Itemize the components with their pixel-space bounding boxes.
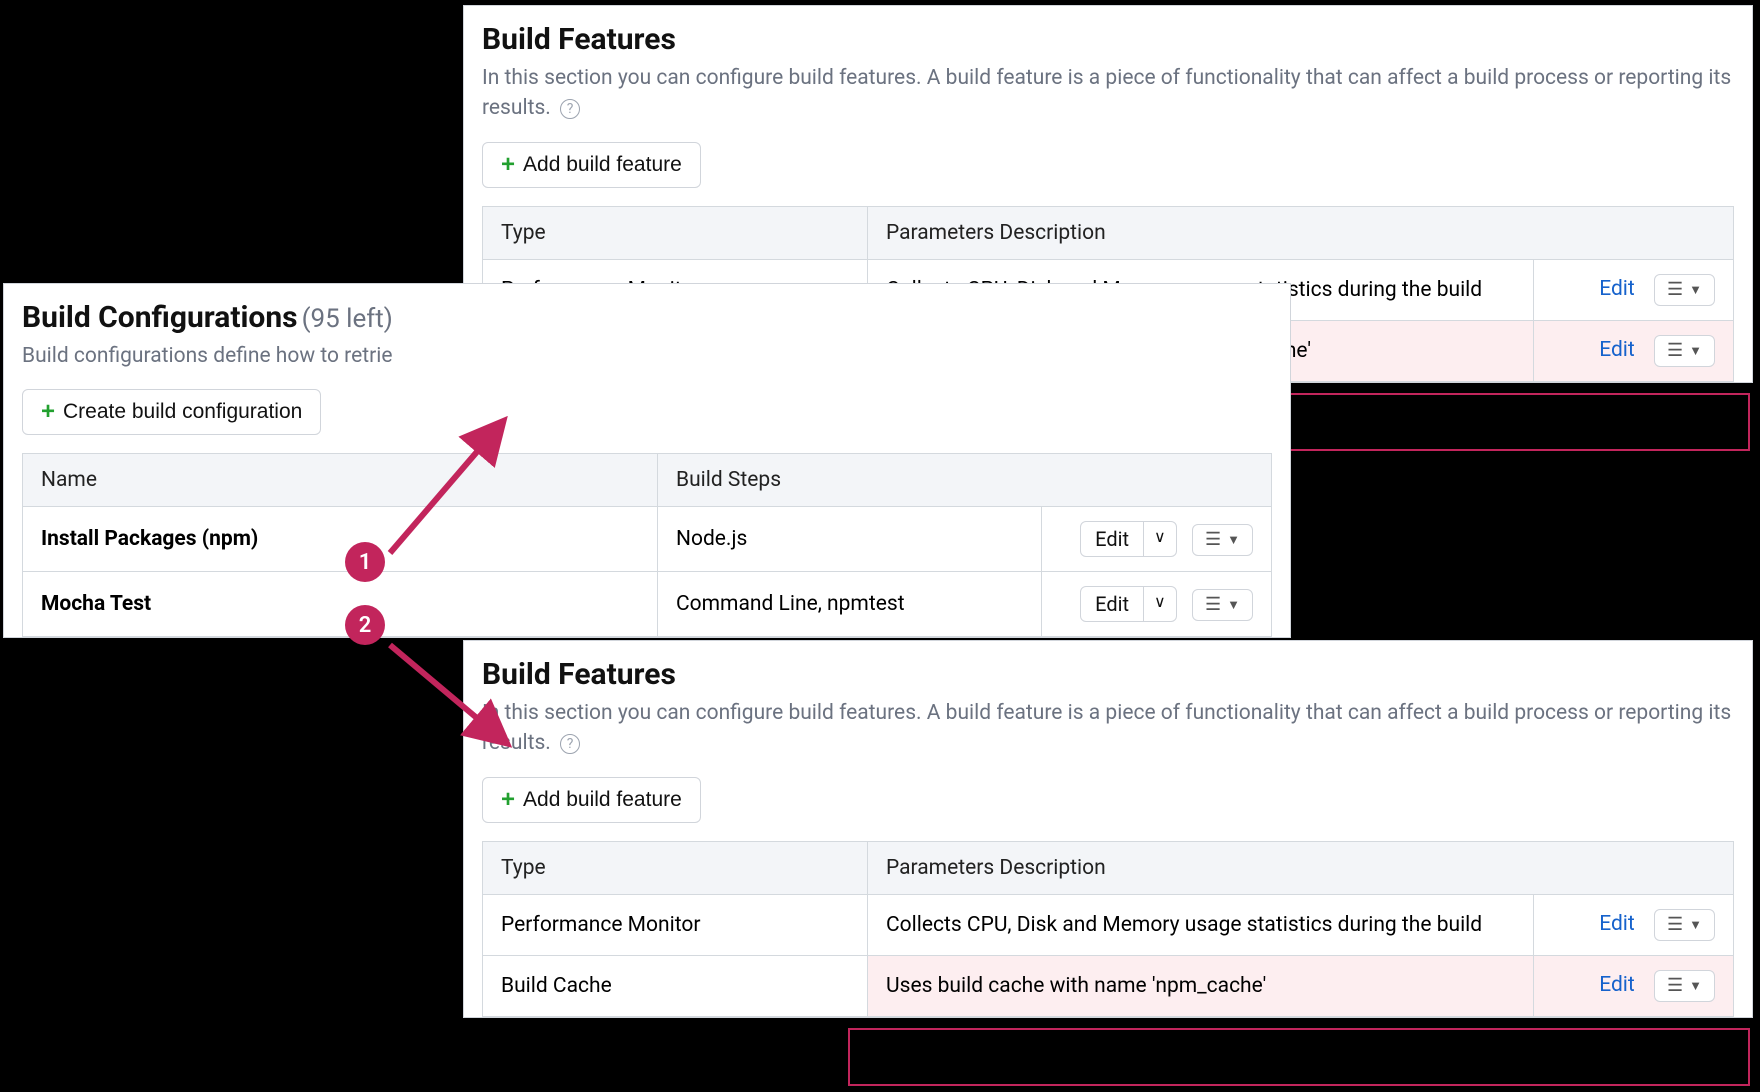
col-params: Parameters Description [868,841,1734,894]
more-menu-button[interactable]: ☰ ▼ [1192,524,1253,556]
plus-icon: + [501,153,515,177]
features-top-title: Build Features [482,22,1734,57]
list-icon: ☰ [1667,916,1683,934]
chevron-down-icon: ▼ [1227,597,1240,613]
list-icon: ☰ [1205,596,1221,614]
table-row[interactable]: Mocha Test Command Line, npmtest Edit ∨ … [23,572,1272,637]
add-build-feature-button-top[interactable]: + Add build feature [482,142,701,188]
configurations-table: Name Build Steps Install Packages (npm) … [22,453,1272,637]
plus-icon: + [501,788,515,812]
features-top-desc: In this section you can configure build … [482,63,1734,124]
table-row[interactable]: Install Packages (npm) Node.js Edit ∨ ☰ … [23,507,1272,572]
features-bottom-desc: In this section you can configure build … [482,698,1734,759]
chevron-down-icon: ▼ [1689,282,1702,298]
col-name: Name [23,454,658,507]
features-panel-bottom: Build Features In this section you can c… [463,640,1753,1018]
list-icon: ☰ [1667,977,1683,995]
configurations-header: Build Configurations (95 left) [22,300,462,335]
edit-link[interactable]: Edit [1599,973,1635,997]
list-icon: ☰ [1667,281,1683,299]
help-icon[interactable]: ? [560,99,580,119]
configurations-desc: Build configurations define how to retri… [22,341,462,371]
help-icon[interactable]: ? [560,734,580,754]
features-bottom-title: Build Features [482,657,1734,692]
edit-link[interactable]: Edit [1599,912,1635,936]
annotation-badge-2: 2 [345,605,385,645]
more-menu-button[interactable]: ☰ ▼ [1192,589,1253,621]
chevron-down-icon: ▼ [1689,917,1702,933]
plus-icon: + [41,400,55,424]
create-build-configuration-button[interactable]: + Create build configuration [22,389,321,435]
chevron-down-icon: ▼ [1689,343,1702,359]
edit-split-button[interactable]: Edit ∨ [1080,586,1177,622]
col-type: Type [483,841,868,894]
col-params: Parameters Description [868,206,1734,259]
configurations-panel: Build Configurations (95 left) Build con… [3,283,1291,638]
table-row: Performance Monitor Collects CPU, Disk a… [483,894,1734,955]
list-icon: ☰ [1205,531,1221,549]
table-row-highlighted: Build Cache Uses build cache with name '… [483,955,1734,1016]
chevron-down-icon[interactable]: ∨ [1143,522,1176,556]
list-icon: ☰ [1667,342,1683,360]
more-menu-button[interactable]: ☰ ▼ [1654,909,1715,941]
more-menu-button[interactable]: ☰ ▼ [1654,335,1715,367]
edit-link[interactable]: Edit [1599,338,1635,362]
chevron-down-icon: ▼ [1227,532,1240,548]
add-build-feature-button-bottom[interactable]: + Add build feature [482,777,701,823]
chevron-down-icon: ▼ [1689,978,1702,994]
chevron-down-icon[interactable]: ∨ [1143,587,1176,621]
col-steps: Build Steps [658,454,1272,507]
col-type: Type [483,206,868,259]
annotation-badge-1: 1 [345,542,385,582]
edit-link[interactable]: Edit [1599,277,1635,301]
highlight-outline-bottom [848,1028,1750,1086]
features-table-bottom: Type Parameters Description Performance … [482,841,1734,1017]
more-menu-button[interactable]: ☰ ▼ [1654,970,1715,1002]
more-menu-button[interactable]: ☰ ▼ [1654,274,1715,306]
edit-split-button[interactable]: Edit ∨ [1080,521,1177,557]
